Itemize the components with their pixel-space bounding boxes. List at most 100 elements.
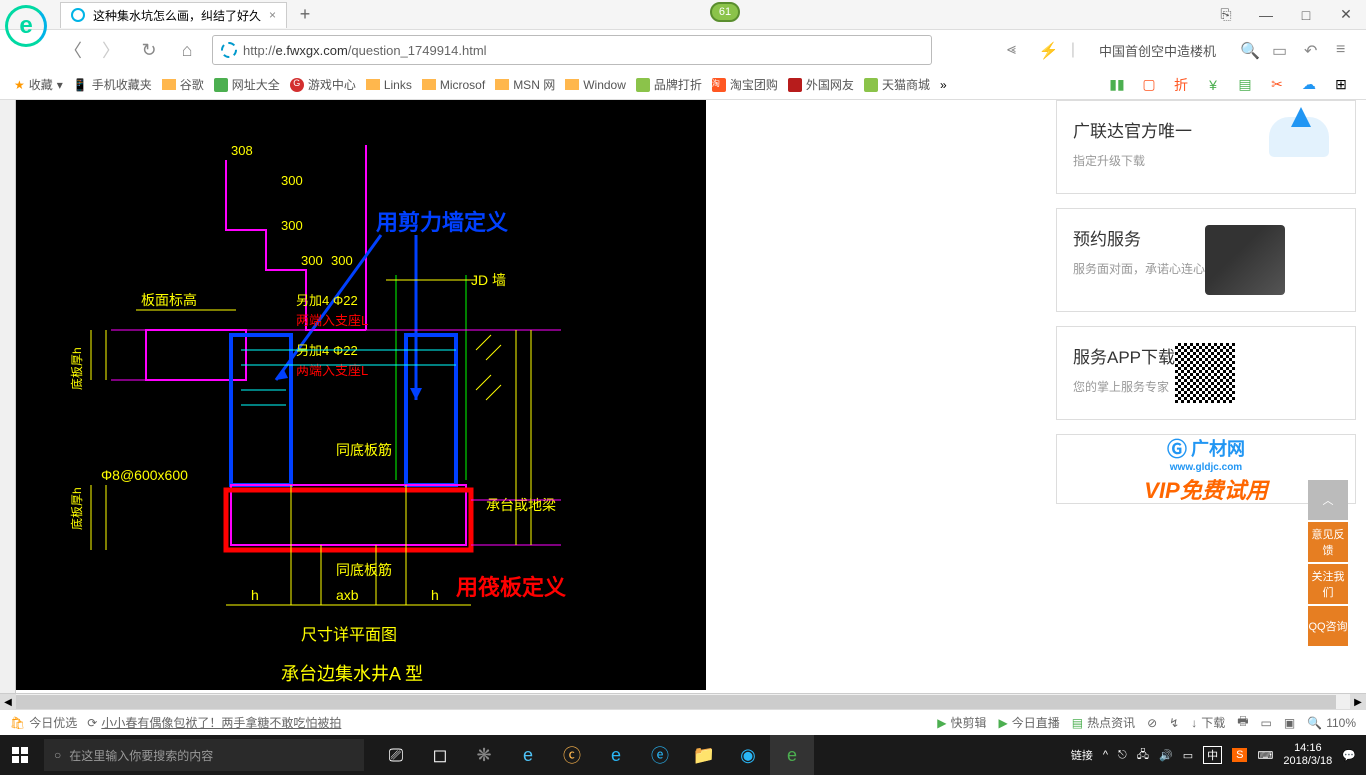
tray-link[interactable]: 链接 <box>1071 747 1093 763</box>
app-menu-icon[interactable]: ⎘ <box>1206 1 1246 29</box>
status-icon-1[interactable]: ⊘ <box>1147 716 1157 730</box>
bookmark-sites[interactable]: 网址大全 <box>214 76 280 93</box>
tray-volume-icon[interactable]: 🔊 <box>1159 749 1173 762</box>
scroll-right-arrow[interactable]: ▶ <box>1350 694 1366 710</box>
tray-up-icon[interactable]: ^ <box>1103 749 1108 761</box>
card-title: 服务APP下载 <box>1073 343 1175 368</box>
app-8[interactable]: ◉ <box>726 735 770 775</box>
status-clip[interactable]: ▶快剪辑 <box>937 714 986 731</box>
maximize-button[interactable]: □ <box>1286 1 1326 29</box>
card-service[interactable]: 预约服务 服务面对面，承诺心连心 <box>1056 208 1356 312</box>
horizontal-scrollbar[interactable]: ◀ ▶ <box>0 693 1366 709</box>
bookmark-game[interactable]: G游戏中心 <box>290 76 356 93</box>
bookmark-more[interactable]: » <box>940 78 947 92</box>
notification-badge[interactable]: 61 <box>710 2 740 22</box>
ext-icon-3[interactable]: 折 <box>1170 74 1192 96</box>
tray-icon-1[interactable]: ⎋ <box>1118 749 1127 762</box>
status-live[interactable]: ▶今日直播 <box>998 714 1059 731</box>
back-to-top-button[interactable]: ︿ <box>1308 480 1348 520</box>
app-browser[interactable]: e <box>770 735 814 775</box>
bookmark-msn[interactable]: MSN 网 <box>495 76 555 93</box>
bookmark-links[interactable]: Links <box>366 78 412 92</box>
card-sub: 指定升级下载 <box>1073 152 1192 171</box>
tab-close-icon[interactable]: × <box>269 8 276 22</box>
url-text: http://e.fwxgx.com/question_1749914.html <box>243 43 487 58</box>
label-bmbg: 板面标高 <box>141 292 197 308</box>
taskbar-search[interactable]: ○在这里输入你要搜索的内容 <box>44 739 364 771</box>
tray-ime[interactable]: 中 <box>1203 746 1222 764</box>
forward-button[interactable]: 〉 <box>98 37 124 63</box>
annotation-raft: 用筏板定义 <box>456 575 566 600</box>
new-tab-button[interactable]: + <box>293 3 317 27</box>
url-input[interactable]: http://e.fwxgx.com/question_1749914.html <box>212 35 932 65</box>
taskbar: ○在这里输入你要搜索的内容 ⎚ ◻ ❋ e ⓒ e ⓔ 📁 ◉ e 链接 ^ ⎋… <box>0 735 1366 775</box>
back-button[interactable]: 〈 <box>60 37 86 63</box>
menu-icon[interactable]: ≡ <box>1336 41 1354 59</box>
tab-favicon <box>71 8 85 22</box>
search-hint[interactable]: 中国首创空中造楼机 <box>1099 41 1216 60</box>
tray-notifications-icon[interactable]: 💬 <box>1342 749 1356 762</box>
tray-keyboard-icon[interactable]: ⌨ <box>1257 749 1273 762</box>
ext-icon-4[interactable]: ¥ <box>1202 74 1224 96</box>
browser-logo[interactable]: e <box>5 5 55 65</box>
bookmark-mobile[interactable]: 📱手机收藏夹 <box>73 76 152 93</box>
bookmark-brand[interactable]: 品牌打折 <box>636 76 702 93</box>
tray-battery-icon[interactable]: ▭ <box>1183 749 1193 762</box>
card-download[interactable]: 广联达官方唯一 指定升级下载 <box>1056 100 1356 194</box>
status-icon-4[interactable]: ▭ <box>1261 716 1272 730</box>
bookmark-microsof[interactable]: Microsof <box>422 78 485 92</box>
bookmark-foreign[interactable]: 外国网友 <box>788 76 854 93</box>
status-icon-2[interactable]: ↯ <box>1169 716 1179 730</box>
tray-icon-2[interactable]: 🖧 <box>1137 746 1149 765</box>
minimize-button[interactable]: — <box>1246 1 1286 29</box>
refresh-button[interactable]: ↻ <box>136 37 162 63</box>
status-icon-3[interactable]: 🖶 <box>1237 712 1248 733</box>
status-today[interactable]: 🛍今日优选 <box>10 714 77 731</box>
app-2[interactable]: ❋ <box>462 735 506 775</box>
app-edge-old[interactable]: e <box>506 735 550 775</box>
tray-clock[interactable]: 14:162018/3/18 <box>1283 742 1332 768</box>
feedback-button[interactable]: 意见反馈 <box>1308 522 1348 562</box>
status-hot[interactable]: ▤热点资讯 <box>1072 714 1135 731</box>
app-ie[interactable]: ⓔ <box>638 735 682 775</box>
taskview-icon[interactable]: ⎚ <box>374 735 418 775</box>
ext-icon-5[interactable]: ▤ <box>1234 74 1256 96</box>
ext-icon-2[interactable]: ▢ <box>1138 74 1160 96</box>
browser-tab[interactable]: 这种集水坑怎么画，纠结了好久 × <box>60 2 287 28</box>
status-news[interactable]: ⟳小小春有偶像包袱了！两手拿糖不敢吃怕被拍 <box>87 714 341 731</box>
tray-sogou-icon[interactable]: S <box>1232 748 1247 762</box>
app-4[interactable]: ⓒ <box>550 735 594 775</box>
card-title: 广联达官方唯一 <box>1073 117 1192 142</box>
status-down[interactable]: ↓下载 <box>1191 714 1225 731</box>
scroll-left-gutter <box>0 100 16 693</box>
close-button[interactable]: ✕ <box>1326 1 1366 29</box>
follow-button[interactable]: 关注我们 <box>1308 564 1348 604</box>
scroll-left-arrow[interactable]: ◀ <box>0 694 16 710</box>
bookmark-window[interactable]: Window <box>565 78 626 92</box>
bookmark-taobao[interactable]: 淘淘宝团购 <box>712 76 778 93</box>
ext-icon-7[interactable]: ☁ <box>1298 74 1320 96</box>
status-icon-5[interactable]: ▣ <box>1284 716 1295 730</box>
qq-button[interactable]: QQ咨询 <box>1308 606 1348 646</box>
qr-code-icon <box>1175 343 1235 403</box>
app-edge[interactable]: e <box>594 735 638 775</box>
app-1[interactable]: ◻ <box>418 735 462 775</box>
bookmark-tmall[interactable]: 天猫商城 <box>864 76 930 93</box>
home-button[interactable]: ⌂ <box>174 37 200 63</box>
search-icon[interactable]: 🔍 <box>1240 41 1258 59</box>
ext-icon-6[interactable]: ✂ <box>1266 74 1288 96</box>
card-app[interactable]: 服务APP下载 您的掌上服务专家 <box>1056 326 1356 420</box>
app-explorer[interactable]: 📁 <box>682 735 726 775</box>
ext-icon-8[interactable]: ⊞ <box>1330 74 1352 96</box>
bookmark-google[interactable]: 谷歌 <box>162 76 204 93</box>
undo-icon[interactable]: ↶ <box>1304 41 1322 59</box>
bookmark-fav[interactable]: ★收藏 ▾ <box>14 76 63 93</box>
share-icon[interactable]: ⪡ <box>1007 41 1025 59</box>
ext-icon-1[interactable]: ▮▮ <box>1106 74 1128 96</box>
reader-icon[interactable]: ▭ <box>1272 41 1290 59</box>
label-ctd: 承台或地梁 <box>486 497 556 513</box>
start-button[interactable] <box>0 735 40 775</box>
zoom-level[interactable]: 🔍 110% <box>1307 716 1356 730</box>
scroll-thumb[interactable] <box>16 695 1336 709</box>
flash-icon[interactable]: ⚡ <box>1039 41 1057 59</box>
